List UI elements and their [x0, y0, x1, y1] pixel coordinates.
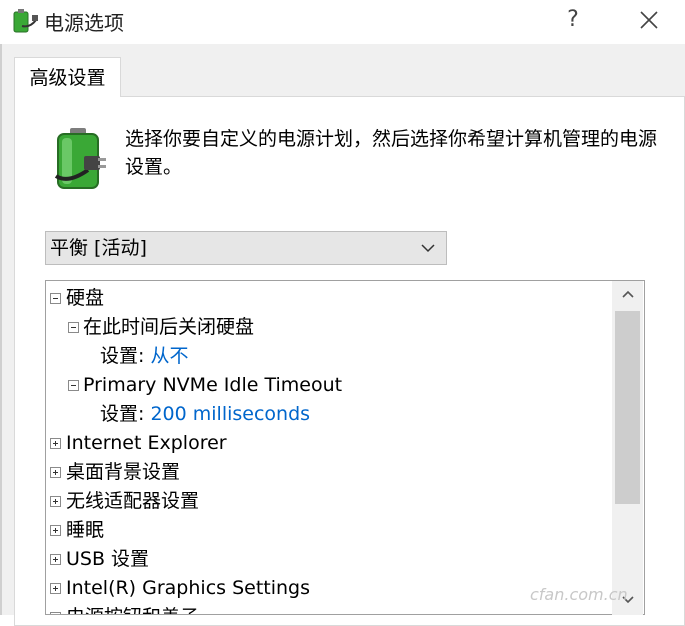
close-icon — [640, 11, 658, 29]
scroll-up-icon[interactable] — [620, 287, 636, 301]
expand-icon[interactable] — [50, 438, 61, 449]
close-button[interactable] — [634, 3, 664, 35]
collapse-icon[interactable] — [68, 322, 79, 333]
tab-advanced-settings[interactable]: 高级设置 — [14, 57, 121, 97]
expand-icon[interactable] — [50, 467, 61, 478]
description-text: 选择你要自定义的电源计划，然后选择你希望计算机管理的电源设置。 — [125, 128, 658, 178]
title-bar: 电源选项 ? — [0, 0, 685, 44]
collapse-icon[interactable] — [68, 380, 79, 391]
setting-label: 设置: — [100, 403, 145, 425]
help-button[interactable]: ? — [560, 5, 586, 35]
watermark: cfan.com.cn — [530, 585, 628, 604]
chevron-down-icon — [421, 244, 435, 253]
power-options-icon — [13, 9, 38, 33]
expand-icon[interactable] — [50, 496, 61, 507]
collapse-icon[interactable] — [50, 293, 61, 304]
window-title: 电源选项 — [44, 11, 124, 35]
battery-plug-icon — [54, 128, 106, 189]
tree-scrollbar[interactable] — [612, 281, 643, 615]
setting-label: 设置: — [100, 345, 145, 367]
power-plan-dropdown[interactable]: 平衡 [活动] — [45, 231, 447, 265]
scroll-thumb[interactable] — [615, 311, 640, 504]
power-plan-value: 平衡 [活动] — [50, 237, 147, 259]
setting-value-link[interactable]: 从不 — [150, 345, 188, 367]
expand-icon[interactable] — [50, 554, 61, 565]
settings-tree[interactable]: 硬盘 在此时间后关闭硬盘 设置: 从不 Primary NVMe Idle Ti… — [45, 280, 645, 615]
expand-icon[interactable] — [50, 525, 61, 536]
setting-value-link[interactable]: 200 milliseconds — [150, 403, 310, 425]
expand-icon[interactable] — [50, 583, 61, 594]
